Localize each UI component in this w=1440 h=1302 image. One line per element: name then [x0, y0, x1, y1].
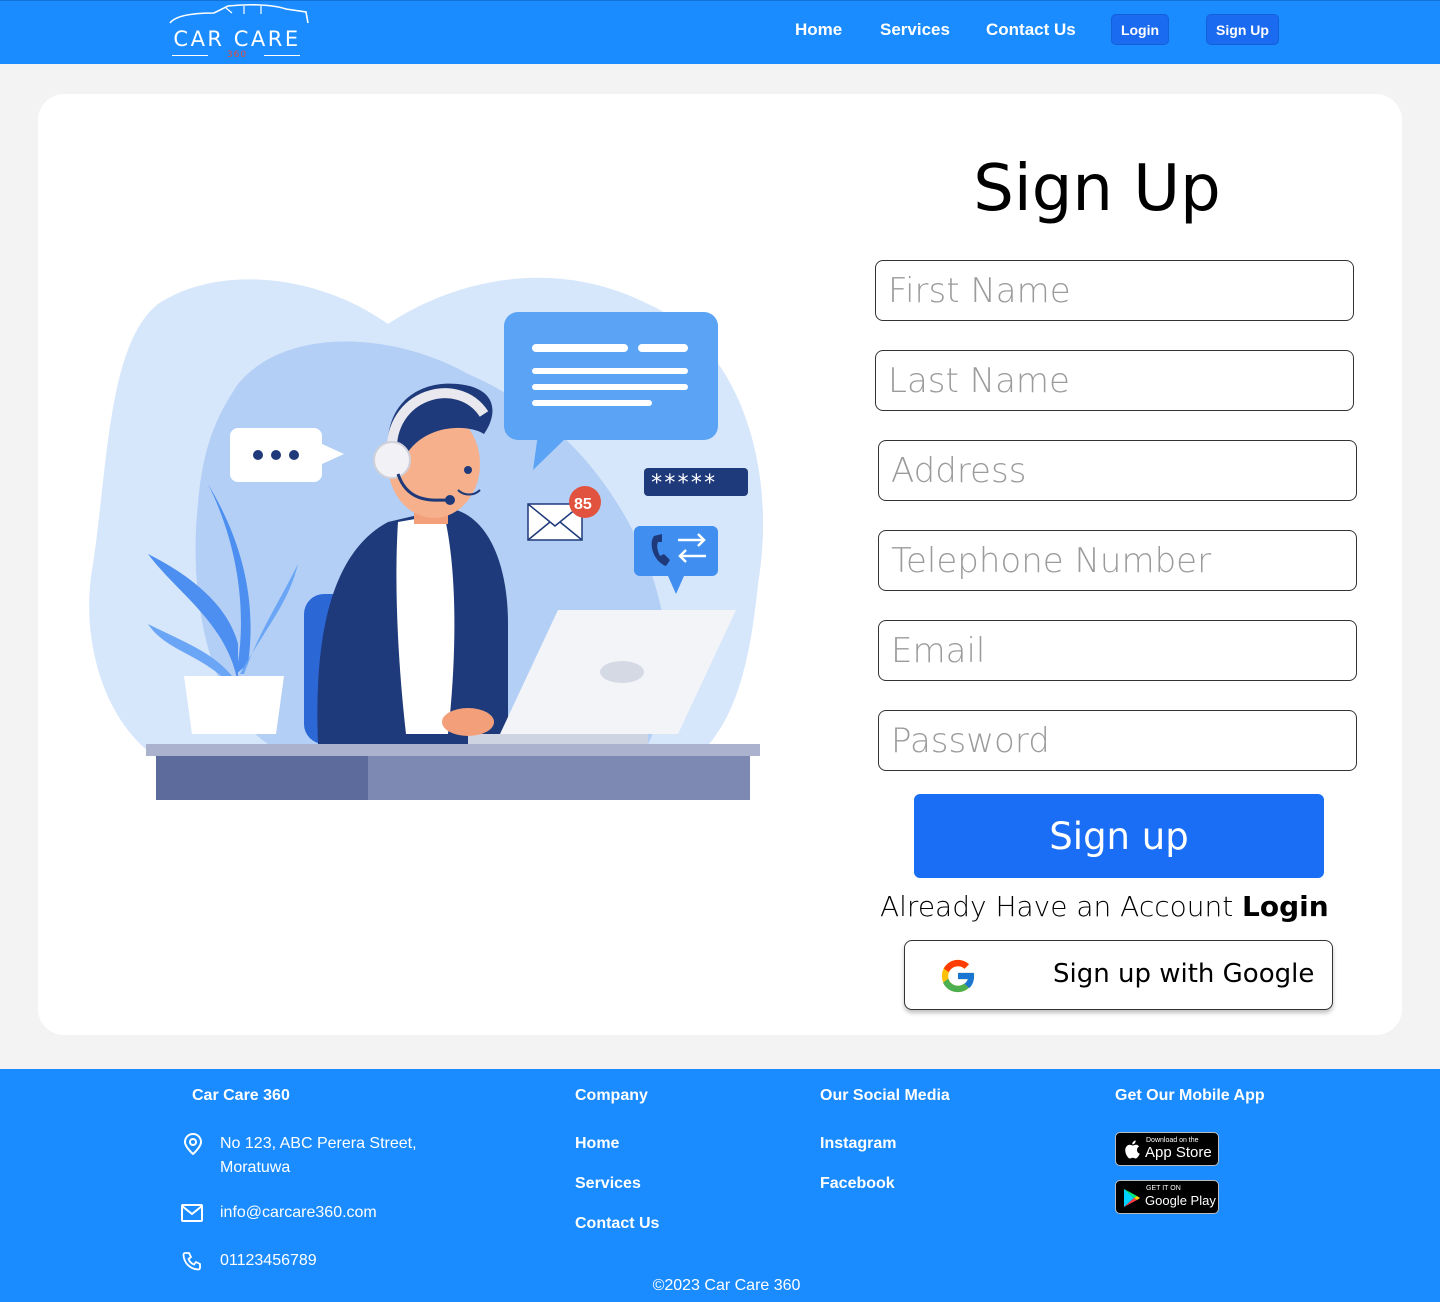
address-input[interactable]: [878, 440, 1357, 501]
car-outline-icon: [169, 3, 309, 24]
already-account-text: Already Have an Account: [880, 890, 1234, 923]
apple-icon: [1125, 1140, 1140, 1159]
footer-link-instagram[interactable]: Instagram: [820, 1135, 896, 1153]
telephone-input[interactable]: [878, 530, 1357, 591]
app-store-small-text: Download on the: [1146, 1137, 1199, 1144]
nav-contact-link[interactable]: Contact Us: [986, 20, 1076, 40]
site-footer: Car Care 360 No 123, ABC Perera Street, …: [0, 1069, 1440, 1302]
nav-home-link[interactable]: Home: [795, 20, 842, 40]
google-play-icon: [1124, 1189, 1140, 1207]
footer-link-facebook[interactable]: Facebook: [820, 1175, 895, 1193]
nav-services-link[interactable]: Services: [880, 20, 950, 40]
footer-social-heading: Our Social Media: [820, 1087, 950, 1104]
google-signup-button[interactable]: Sign up with Google: [904, 940, 1333, 1010]
google-play-badge[interactable]: GET IT ON Google Play: [1115, 1180, 1219, 1214]
email-input[interactable]: [878, 620, 1357, 681]
first-name-input[interactable]: [875, 260, 1354, 321]
google-play-label: Google Play: [1145, 1193, 1216, 1208]
login-link[interactable]: Login: [1242, 890, 1329, 923]
customer-support-illustration: ***** 85: [89, 277, 764, 800]
logo-text: CAR CARE: [173, 27, 301, 51]
footer-link-home[interactable]: Home: [575, 1135, 619, 1153]
last-name-input[interactable]: [875, 350, 1354, 411]
submit-signup-button[interactable]: Sign up: [914, 794, 1324, 878]
signup-button[interactable]: Sign Up: [1206, 14, 1279, 45]
copyright-text: ©2023 Car Care 360: [652, 1277, 801, 1294]
footer-address-line2: Moratuwa: [220, 1159, 291, 1176]
google-signup-label: Sign up with Google: [1053, 959, 1315, 989]
footer-link-contact[interactable]: Contact Us: [575, 1215, 659, 1233]
logo[interactable]: CAR CARE 360: [158, 3, 318, 61]
footer-company-heading: Company: [575, 1087, 648, 1104]
footer-app-heading: Get Our Mobile App: [1115, 1087, 1265, 1104]
google-play-small-text: GET IT ON: [1146, 1185, 1181, 1192]
password-mask-text: *****: [650, 471, 716, 496]
notification-count: 85: [574, 496, 592, 513]
mail-icon: [181, 1204, 203, 1222]
app-store-label: App Store: [1145, 1144, 1212, 1161]
footer-brand-heading: Car Care 360: [192, 1087, 290, 1104]
site-header: CAR CARE 360 Home Services Contact Us Lo…: [0, 0, 1440, 64]
footer-email[interactable]: info@carcare360.com: [220, 1201, 377, 1225]
phone-icon: [182, 1252, 201, 1271]
footer-phone[interactable]: 01123456789: [220, 1249, 317, 1273]
google-icon: [941, 959, 976, 993]
logo-divider: [264, 55, 300, 56]
page-title: Sign Up: [973, 152, 1221, 226]
footer-link-services[interactable]: Services: [575, 1175, 641, 1193]
app-store-badge[interactable]: Download on the App Store: [1115, 1132, 1219, 1166]
signup-card: ***** 85 Sign Up First Name Last Name Ad…: [38, 94, 1402, 1035]
password-input[interactable]: [878, 710, 1357, 771]
footer-address-line1: No 123, ABC Perera Street,: [220, 1135, 417, 1152]
login-button[interactable]: Login: [1111, 14, 1169, 45]
location-pin-icon: [183, 1133, 203, 1155]
